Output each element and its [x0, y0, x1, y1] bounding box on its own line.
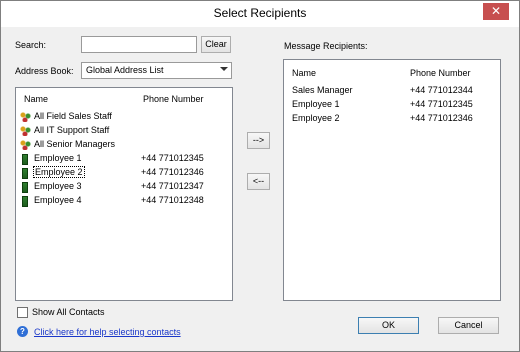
list-item[interactable]: Employee 2 +44 771012346: [16, 166, 232, 180]
close-icon: ✕: [490, 4, 502, 18]
list-item-name: All IT Support Staff: [34, 125, 110, 135]
group-icon: [20, 140, 31, 150]
ok-button[interactable]: OK: [358, 317, 419, 334]
address-book-select[interactable]: Global Address List: [81, 62, 232, 79]
list-item[interactable]: All Senior Managers: [16, 139, 232, 152]
list-item-name: Employee 4: [34, 195, 82, 205]
list-item-name: Employee 3: [34, 181, 82, 191]
list-item[interactable]: Employee 2 +44 771012346: [284, 113, 500, 126]
column-header-name[interactable]: Name: [24, 94, 48, 104]
list-item-name: Employee 2: [33, 166, 85, 178]
message-recipients-label: Message Recipients:: [284, 41, 368, 51]
phone-contact-icon: [22, 154, 28, 165]
list-item-phone: +44 771012347: [141, 181, 204, 191]
clear-button[interactable]: Clear: [201, 36, 231, 53]
list-item[interactable]: All IT Support Staff: [16, 125, 232, 138]
add-recipient-button[interactable]: -->: [247, 132, 270, 149]
help-link[interactable]: Click here for help selecting contacts: [34, 327, 181, 337]
group-icon: [20, 126, 31, 136]
list-item-name: All Field Sales Staff: [34, 111, 112, 121]
address-book-selected: Global Address List: [86, 65, 164, 75]
remove-recipient-button[interactable]: <--: [247, 173, 270, 190]
list-item-name: Employee 1: [34, 153, 82, 163]
list-item-name: Sales Manager: [292, 85, 353, 95]
chevron-down-icon: [220, 67, 228, 71]
list-item-phone: +44 771012346: [410, 113, 473, 123]
list-item-name: Employee 2: [292, 113, 340, 123]
list-item[interactable]: Employee 1 +44 771012345: [284, 99, 500, 112]
phone-contact-icon: [22, 196, 28, 207]
list-item[interactable]: Employee 1 +44 771012345: [16, 153, 232, 166]
show-all-contacts-label: Show All Contacts: [32, 307, 105, 317]
select-recipients-dialog: Select Recipients ✕ Search: Clear Addres…: [0, 0, 520, 352]
close-button[interactable]: ✕: [483, 3, 509, 20]
cancel-button[interactable]: Cancel: [438, 317, 499, 334]
list-item-phone: +44 771012348: [141, 195, 204, 205]
list-item-name: Employee 1: [292, 99, 340, 109]
list-item[interactable]: All Field Sales Staff: [16, 111, 232, 124]
list-item[interactable]: Sales Manager +44 771012344: [284, 85, 500, 98]
list-item[interactable]: Employee 3 +44 771012347: [16, 181, 232, 194]
address-book-label: Address Book:: [15, 66, 74, 76]
help-icon: ?: [17, 326, 28, 337]
list-item-name: All Senior Managers: [34, 139, 116, 149]
phone-contact-icon: [22, 168, 28, 179]
search-input[interactable]: [81, 36, 197, 53]
list-item-phone: +44 771012344: [410, 85, 473, 95]
list-item-phone: +44 771012345: [410, 99, 473, 109]
column-header-phone[interactable]: Phone Number: [143, 94, 204, 104]
list-item[interactable]: Employee 4 +44 771012348: [16, 195, 232, 208]
column-header-name[interactable]: Name: [292, 68, 316, 78]
phone-contact-icon: [22, 182, 28, 193]
list-item-phone: +44 771012346: [141, 167, 204, 177]
group-icon: [20, 112, 31, 122]
dialog-title: Select Recipients: [213, 6, 307, 20]
title-bar: Select Recipients ✕: [1, 1, 519, 27]
address-book-list[interactable]: Name Phone Number All Field Sales Staff …: [15, 87, 233, 301]
column-header-phone[interactable]: Phone Number: [410, 68, 471, 78]
show-all-contacts-checkbox[interactable]: [17, 307, 28, 318]
list-item-phone: +44 771012345: [141, 153, 204, 163]
search-label: Search:: [15, 40, 47, 50]
message-recipients-list[interactable]: Name Phone Number Sales Manager +44 7710…: [283, 59, 501, 301]
